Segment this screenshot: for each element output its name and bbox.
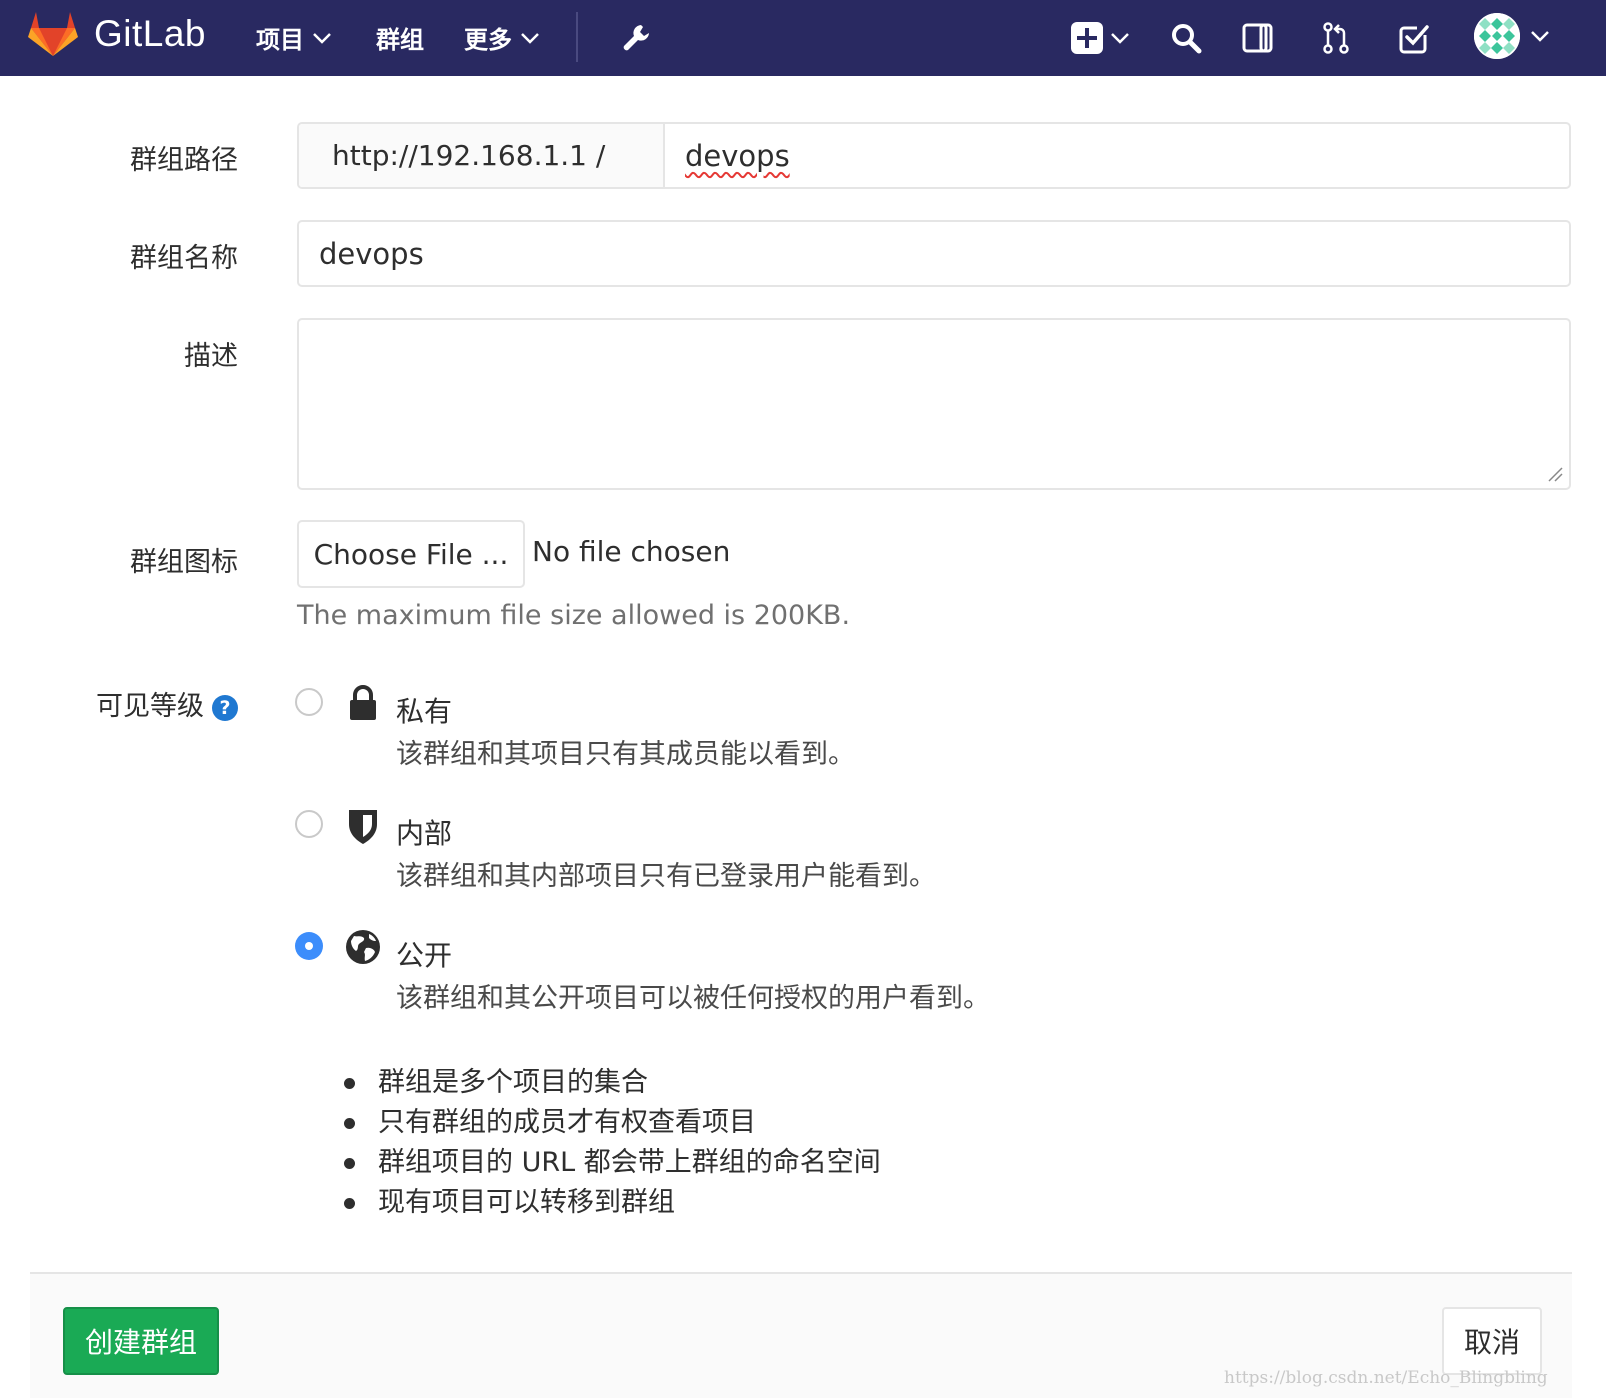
list-item: 只有群组的成员才有权查看项目 <box>344 1103 881 1143</box>
todos-button[interactable] <box>1394 18 1434 58</box>
visibility-private-description: 该群组和其项目只有其成员能以看到。 <box>396 739 855 770</box>
shield-icon <box>349 810 377 844</box>
chevron-down-icon <box>521 32 539 44</box>
merge-requests-button[interactable] <box>1316 18 1356 58</box>
wrench-icon <box>623 25 649 51</box>
nav-projects-dropdown[interactable]: 项目 <box>256 20 332 55</box>
merge-request-icon <box>1323 22 1349 54</box>
help-icon[interactable]: ? <box>212 694 238 721</box>
brand-home-link[interactable]: GitLab <box>28 10 206 58</box>
cancel-button[interactable]: 取消 <box>1442 1307 1542 1375</box>
group-path-value: devops <box>685 138 790 173</box>
chevron-down-icon <box>1111 33 1129 44</box>
user-avatar <box>1474 13 1520 59</box>
globe-icon <box>346 930 380 964</box>
admin-wrench-icon[interactable] <box>616 18 656 58</box>
group-name-label: 群组名称 <box>130 243 238 274</box>
list-item: 群组是多个项目的集合 <box>344 1063 881 1103</box>
search-button[interactable] <box>1166 18 1206 58</box>
description-textarea[interactable] <box>297 318 1571 490</box>
group-path-prefix: http://192.168.1.1 / <box>299 124 665 187</box>
group-name-input[interactable]: devops <box>297 220 1571 287</box>
plus-square-icon <box>1071 22 1103 54</box>
top-navbar: GitLab 项目 群组 更多 <box>0 0 1606 76</box>
visibility-public-title: 公开 <box>396 939 453 972</box>
search-icon <box>1172 24 1202 54</box>
group-avatar-label: 群组图标 <box>130 547 238 578</box>
group-path-input[interactable]: devops <box>665 124 1569 187</box>
nav-more-dropdown[interactable]: 更多 <box>464 20 540 55</box>
visibility-radio-public[interactable] <box>295 932 323 960</box>
visibility-internal-title: 内部 <box>396 817 453 850</box>
group-path-input-group: http://192.168.1.1 / devops <box>297 122 1571 189</box>
group-info-list: 群组是多个项目的集合 只有群组的成员才有权查看项目 群组项目的 URL 都会带上… <box>344 1063 881 1223</box>
visibility-radio-private[interactable] <box>295 688 323 716</box>
visibility-public-description: 该群组和其公开项目可以被任何授权的用户看到。 <box>396 983 990 1014</box>
nav-groups-label: 群组 <box>376 26 424 54</box>
file-status-text: No file chosen <box>532 535 731 568</box>
choose-file-button[interactable]: Choose File ... <box>297 520 525 588</box>
todo-check-icon <box>1399 25 1429 54</box>
visibility-private-title: 私有 <box>396 695 453 728</box>
nav-divider <box>576 12 578 62</box>
chevron-down-icon <box>1531 31 1549 42</box>
chevron-down-icon <box>313 32 331 44</box>
sidebar-panel-icon <box>1242 23 1273 53</box>
brand-name: GitLab <box>94 13 207 54</box>
new-item-dropdown[interactable] <box>1070 18 1140 58</box>
nav-groups-link[interactable]: 群组 <box>376 20 424 55</box>
group-path-label: 群组路径 <box>130 145 238 176</box>
visibility-radio-internal[interactable] <box>295 810 323 838</box>
nav-more-label: 更多 <box>464 26 512 54</box>
watermark-text: https://blog.csdn.net/Echo_Blingbling <box>1224 1368 1548 1388</box>
resize-grip-icon[interactable] <box>1547 466 1563 482</box>
nav-projects-label: 项目 <box>256 26 304 54</box>
issues-button[interactable] <box>1238 18 1278 58</box>
create-group-button[interactable]: 创建群组 <box>63 1307 219 1375</box>
list-item: 群组项目的 URL 都会带上群组的命名空间 <box>344 1143 881 1183</box>
lock-icon <box>350 685 376 720</box>
user-menu-dropdown[interactable] <box>1474 13 1550 59</box>
description-label: 描述 <box>184 341 238 372</box>
gitlab-logo-icon <box>28 12 78 56</box>
visibility-label: 可见等级 <box>96 691 204 722</box>
visibility-label-row: 可见等级? <box>28 684 238 723</box>
list-item: 现有项目可以转移到群组 <box>344 1183 881 1223</box>
visibility-internal-description: 该群组和其内部项目只有已登录用户能看到。 <box>396 861 936 892</box>
file-size-help: The maximum file size allowed is 200KB. <box>297 600 851 631</box>
